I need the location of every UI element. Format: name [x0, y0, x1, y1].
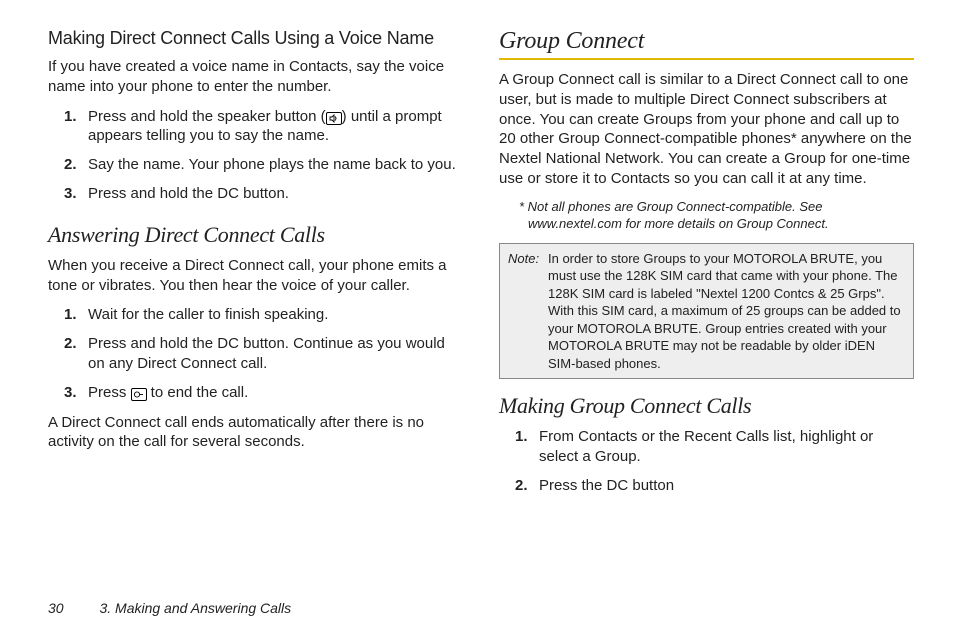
- note-label: Note:: [508, 250, 548, 373]
- step-item: From Contacts or the Recent Calls list, …: [499, 427, 914, 467]
- steps-voice: Press and hold the speaker button () unt…: [48, 107, 463, 204]
- end-call-icon: [131, 388, 147, 401]
- page-footer: 30 3. Making and Answering Calls: [48, 600, 291, 616]
- para-answer-intro: When you receive a Direct Connect call, …: [48, 256, 463, 296]
- step-item: Press and hold the DC button.: [48, 184, 463, 204]
- note-body: In order to store Groups to your MOTOROL…: [548, 250, 905, 373]
- steps-making-group: From Contacts or the Recent Calls list, …: [499, 427, 914, 495]
- step-item: Press the DC button: [499, 476, 914, 496]
- step-item: Press and hold the DC button. Continue a…: [48, 334, 463, 374]
- steps-answer: Wait for the caller to finish speaking. …: [48, 305, 463, 402]
- heading-voice-name: Making Direct Connect Calls Using a Voic…: [48, 28, 463, 49]
- step-text-post: to end the call.: [147, 384, 249, 401]
- step-item: Press and hold the speaker button () unt…: [48, 107, 463, 147]
- heading-group-connect: Group Connect: [499, 28, 914, 60]
- para-voice-intro: If you have created a voice name in Cont…: [48, 57, 463, 97]
- step-item: Say the name. Your phone plays the name …: [48, 155, 463, 175]
- left-column: Making Direct Connect Calls Using a Voic…: [48, 28, 463, 568]
- page-columns: Making Direct Connect Calls Using a Voic…: [48, 28, 914, 568]
- note-box: Note: In order to store Groups to your M…: [499, 243, 914, 380]
- right-column: Group Connect A Group Connect call is si…: [499, 28, 914, 568]
- footnote-compat: * Not all phones are Group Connect-compa…: [519, 199, 914, 233]
- page-number: 30: [48, 600, 64, 616]
- heading-answering: Answering Direct Connect Calls: [48, 222, 463, 248]
- step-item: Press to end the call.: [48, 383, 463, 403]
- step-text-pre: Press and hold the speaker button (: [88, 108, 326, 125]
- step-item: Wait for the caller to finish speaking.: [48, 305, 463, 325]
- speaker-icon: [326, 112, 342, 125]
- para-auto-end: A Direct Connect call ends automatically…: [48, 413, 463, 453]
- para-group-intro: A Group Connect call is similar to a Dir…: [499, 70, 914, 189]
- heading-making-group: Making Group Connect Calls: [499, 393, 914, 419]
- chapter-title: 3. Making and Answering Calls: [99, 600, 291, 616]
- step-text-pre: Press: [88, 384, 131, 401]
